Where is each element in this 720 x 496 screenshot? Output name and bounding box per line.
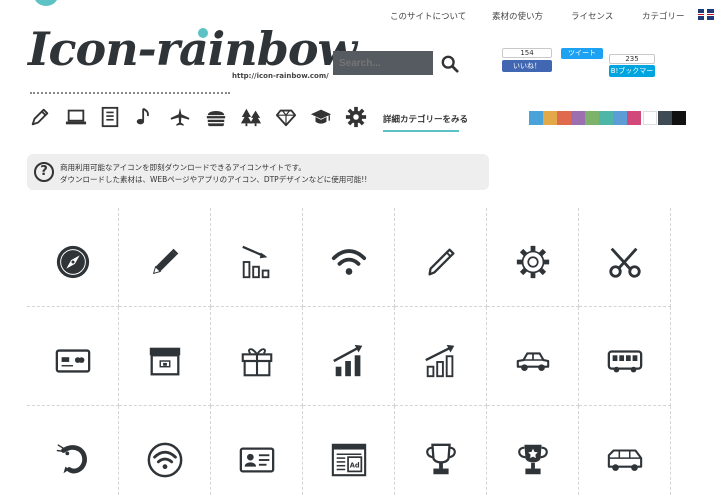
nav-about-link[interactable]: このサイトについて [390,10,466,22]
nav-license-link[interactable]: ライセンス [571,10,613,22]
color-swatch[interactable] [672,111,686,125]
airplane-icon[interactable] [169,106,191,128]
icon-tile[interactable] [119,208,211,307]
color-swatch[interactable] [658,111,672,125]
wifi-circle-icon [146,441,184,479]
search-icon[interactable] [441,55,459,73]
color-swatch[interactable] [613,111,627,125]
compass-icon [54,243,92,281]
gift-icon [238,342,276,380]
bar-chart-down-icon [238,243,276,281]
info-text-line1: 商用利用可能なアイコンを即刻ダウンロードできるアイコンサイトです。 [60,163,306,172]
more-categories-link[interactable]: 詳細カテゴリーをみる [383,113,468,125]
icon-tile[interactable] [303,208,395,307]
bar-chart-up-outline-icon [422,342,460,380]
icon-tile[interactable] [579,406,671,496]
color-swatch[interactable] [529,111,543,125]
corner-accent [33,0,59,6]
shrimp-icon [54,441,92,479]
site-logo[interactable]: Icon-rainbow [28,22,357,76]
pen-icon [422,243,460,281]
icon-tile[interactable] [119,307,211,406]
search-input[interactable] [333,51,433,75]
icon-tile[interactable] [395,307,487,406]
icon-tile[interactable] [487,307,579,406]
nav-category-link[interactable]: カテゴリー [642,10,685,22]
separator [30,92,230,94]
info-box: ? 商用利用可能なアイコンを即刻ダウンロードできるアイコンサイトです。 ダウンロ… [27,154,489,190]
question-icon: ? [34,162,54,182]
icon-tile[interactable] [487,208,579,307]
pencil-icon [146,243,184,281]
credit-card-icon [54,342,92,380]
logo-url: http://icon-rainbow.com/ [232,72,329,80]
color-swatch[interactable] [585,111,599,125]
icon-tile[interactable] [303,307,395,406]
facebook-count: 154 [502,48,552,58]
icon-tile[interactable] [487,406,579,496]
svg-text:Ad: Ad [350,462,360,470]
icon-tile[interactable] [211,208,303,307]
icon-tile[interactable] [211,406,303,496]
id-card-icon [238,441,276,479]
facebook-like-button[interactable]: いいね！ [502,60,552,72]
icon-tile[interactable] [27,307,119,406]
gear-icon [514,243,552,281]
color-swatch[interactable] [557,111,571,125]
hatena-count: 235 [609,54,655,64]
music-note-icon[interactable] [134,106,156,128]
icon-tile[interactable] [579,208,671,307]
diamond-icon[interactable] [275,106,297,128]
icon-tile[interactable] [27,208,119,307]
hatena-bookmark-button[interactable]: B!ブックマーク [609,65,655,87]
wifi-icon [330,243,368,281]
color-swatch[interactable] [599,111,613,125]
scissors-icon [606,243,644,281]
gear-icon[interactable] [345,106,367,128]
color-swatch[interactable] [543,111,557,125]
van-icon [606,441,644,479]
trophy-outline-icon [422,441,460,479]
color-swatch[interactable] [627,111,641,125]
more-categories-underline [383,130,459,132]
color-swatch[interactable] [571,111,585,125]
icon-tile[interactable] [395,406,487,496]
icon-tile[interactable] [211,307,303,406]
pencil-icon[interactable] [29,106,51,128]
icon-tile[interactable] [119,406,211,496]
graduation-cap-icon[interactable] [310,106,332,128]
logo-dot [198,28,208,38]
laptop-icon[interactable] [65,106,87,128]
icon-tile[interactable] [579,307,671,406]
document-icon[interactable] [99,106,121,128]
color-swatch[interactable] [643,111,657,125]
uk-flag-icon[interactable] [698,9,714,20]
info-text-line2: ダウンロードした素材は、WEBページやアプリのアイコン、DTPデザインなどに使用… [60,175,368,184]
icon-tile[interactable]: Ad [303,406,395,496]
box-icon [146,342,184,380]
trees-icon[interactable] [240,106,262,128]
nav-usage-link[interactable]: 素材の使い方 [492,10,543,22]
trophy-icon [514,441,552,479]
bus-icon [606,342,644,380]
car-icon [514,342,552,380]
icon-tile[interactable] [395,208,487,307]
hamburger-icon[interactable] [205,106,227,128]
ad-browser-icon: Ad [330,441,368,479]
icon-tile[interactable] [27,406,119,496]
bar-chart-up-icon [330,342,368,380]
tweet-button[interactable]: ツイート [561,48,603,59]
